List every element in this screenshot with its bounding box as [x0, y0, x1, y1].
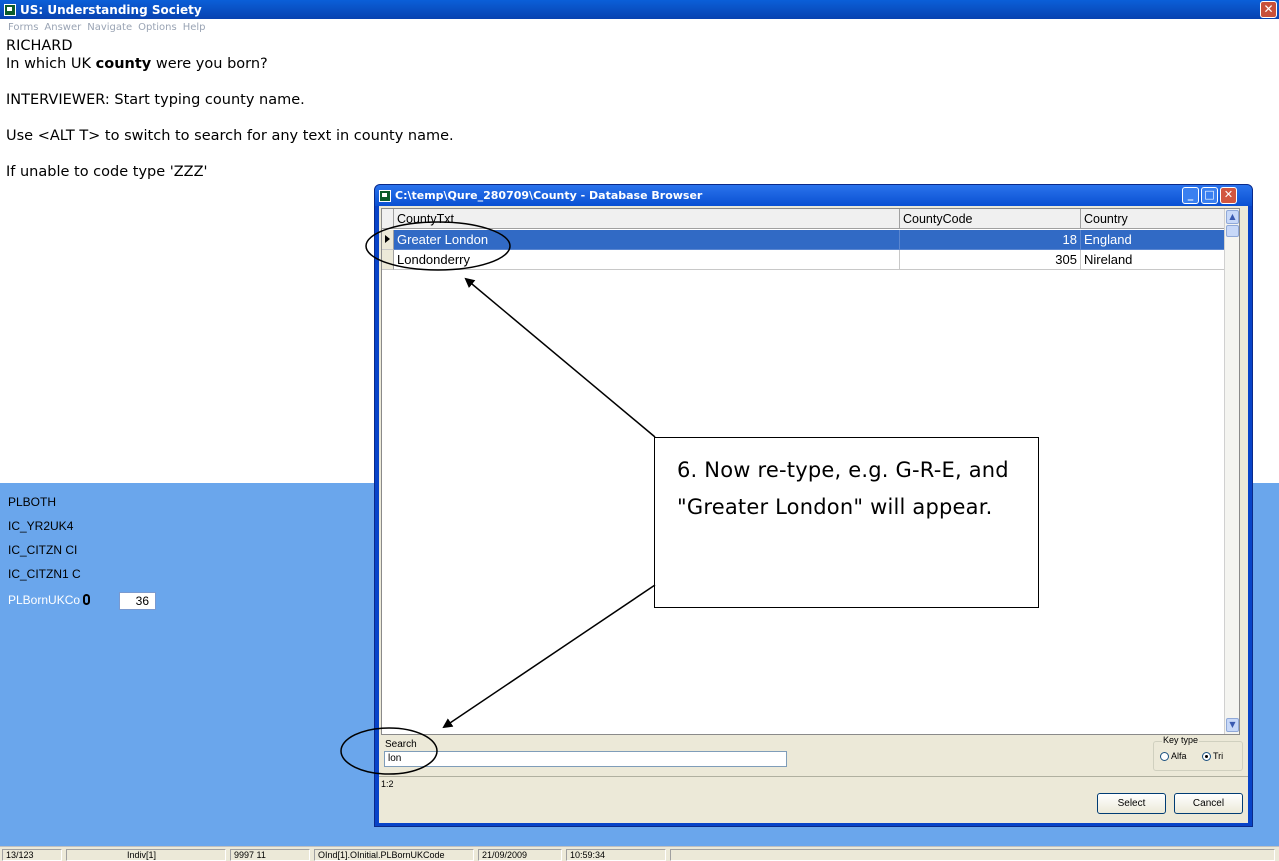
scroll-up-icon[interactable]: ▲: [1226, 210, 1239, 224]
dialog-divider: [379, 776, 1248, 777]
interviewer-instruction: INTERVIEWER: Start typing county name.: [6, 92, 305, 108]
row-pointer-icon: [382, 230, 394, 250]
cell-country[interactable]: England: [1081, 230, 1235, 250]
cell-county[interactable]: Londonderry: [394, 250, 900, 270]
field-plbornukco[interactable]: PLBornUKCo: [8, 593, 91, 607]
menu-options[interactable]: Options: [138, 22, 177, 33]
field-ic-citzn[interactable]: IC_CITZN CI: [8, 543, 77, 557]
cell-country[interactable]: Nireland: [1081, 250, 1235, 270]
radio-alfa-circle[interactable]: [1160, 751, 1169, 761]
radio-tri-circle[interactable]: [1202, 751, 1211, 761]
menu-help[interactable]: Help: [183, 22, 206, 33]
minimize-button[interactable]: _: [1182, 187, 1199, 204]
respondent-name: RICHARD: [6, 38, 73, 54]
answer-input[interactable]: 36: [119, 592, 156, 610]
menu-answer[interactable]: Answer: [44, 22, 81, 33]
window-title: US: Understanding Society: [20, 2, 202, 17]
dialog-title-bar: C:\temp\Qure_280709\County - Database Br…: [375, 185, 1252, 206]
radio-alfa-label: Alfa: [1171, 751, 1187, 761]
column-header-countycode[interactable]: CountyCode: [900, 209, 1081, 229]
unable-instruction: If unable to code type 'ZZZ': [6, 164, 208, 180]
select-button[interactable]: Select: [1097, 793, 1166, 814]
cell-code[interactable]: 305: [900, 250, 1081, 270]
question-area: RICHARD In which UK county were you born…: [6, 37, 1266, 181]
maximize-button[interactable]: □: [1201, 187, 1218, 204]
dialog-app-icon: [379, 189, 391, 202]
cancel-button[interactable]: Cancel: [1174, 793, 1243, 814]
search-label: Search: [385, 739, 417, 750]
dialog-close-button[interactable]: ✕: [1220, 187, 1237, 204]
vertical-scrollbar[interactable]: ▲ ▼: [1224, 209, 1239, 734]
field-plboth[interactable]: PLBOTH: [8, 495, 56, 509]
menu-navigate[interactable]: Navigate: [87, 22, 132, 33]
row-indicator: [382, 250, 394, 270]
cell-county[interactable]: Greater London: [394, 230, 900, 250]
annotation-callout: 6. Now re-type, e.g. G-R-E, and "Greater…: [654, 437, 1039, 608]
search-input[interactable]: lon: [384, 751, 787, 767]
key-type-label: Key type: [1162, 735, 1200, 745]
column-header-country[interactable]: Country: [1081, 209, 1235, 229]
status-form: Indiv[1]: [66, 849, 226, 861]
status-time: 10:59:34: [566, 849, 666, 861]
column-header-countytxt[interactable]: CountyTxt: [394, 209, 900, 229]
attachment-icon: [83, 594, 91, 605]
menu-bar: Forms Answer Navigate Options Help: [0, 19, 1279, 35]
question-text: In which UK county were you born?: [6, 56, 268, 72]
main-title-bar: US: Understanding Society: [0, 0, 1279, 19]
search-instruction: Use <ALT T> to switch to search for any …: [6, 128, 454, 144]
field-ic-yr2uk4[interactable]: IC_YR2UK4: [8, 519, 73, 533]
table-row[interactable]: Greater London 18 England: [382, 230, 1235, 250]
close-button[interactable]: ✕: [1260, 1, 1277, 18]
key-type-group: Key type Alfa Tri: [1153, 735, 1243, 771]
field-ic-citzn1[interactable]: IC_CITZN1 C: [8, 567, 81, 581]
scroll-thumb[interactable]: [1226, 225, 1239, 237]
status-field-path: OInd[1].OInitial.PLBornUKCode: [314, 849, 474, 861]
cell-code[interactable]: 18: [900, 230, 1081, 250]
status-question-count: 13/123: [2, 849, 62, 861]
scroll-down-icon[interactable]: ▼: [1226, 718, 1239, 732]
radio-alfa[interactable]: Alfa: [1160, 751, 1187, 761]
menu-forms[interactable]: Forms: [8, 22, 38, 33]
app-icon: [4, 3, 16, 16]
dialog-title: C:\temp\Qure_280709\County - Database Br…: [395, 189, 703, 202]
radio-tri[interactable]: Tri: [1202, 751, 1223, 761]
status-bar: 13/123 Indiv[1] 9997 11 OInd[1].OInitial…: [0, 846, 1279, 861]
status-empty: [670, 849, 1275, 861]
record-count: 1:2: [381, 779, 394, 789]
radio-tri-label: Tri: [1213, 751, 1224, 761]
status-id: 9997 11: [230, 849, 310, 861]
grid-corner: [382, 209, 394, 229]
status-date: 21/09/2009: [478, 849, 562, 861]
table-row[interactable]: Londonderry 305 Nireland: [382, 250, 1235, 270]
